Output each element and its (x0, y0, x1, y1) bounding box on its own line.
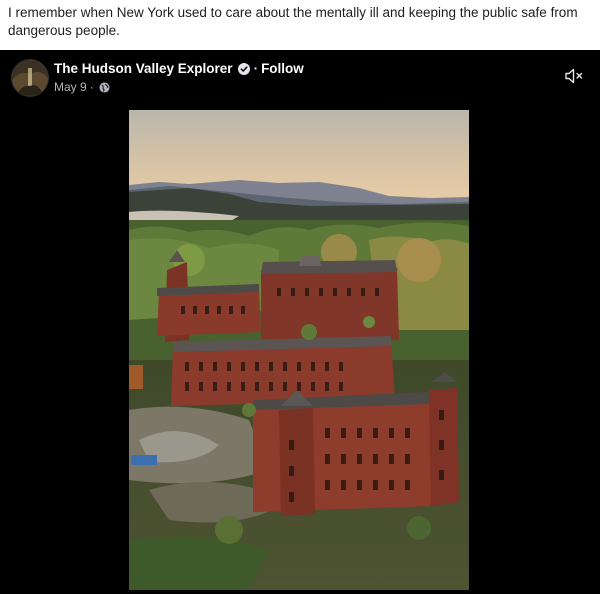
verified-badge-icon (237, 62, 250, 75)
mute-toggle-button[interactable] (564, 67, 584, 85)
post-date[interactable]: May 9 (54, 80, 87, 94)
post-meta: May 9 · (54, 80, 110, 94)
video-player[interactable] (129, 110, 469, 590)
post-header: The Hudson Valley Explorer · Follow May … (0, 50, 600, 106)
page-name-link[interactable]: The Hudson Valley Explorer (54, 61, 233, 76)
video-frame-asylum-aerial (129, 110, 469, 590)
page-avatar[interactable] (12, 60, 48, 96)
globe-icon[interactable] (99, 81, 110, 93)
page-name-row: The Hudson Valley Explorer · Follow (54, 61, 304, 76)
header-separator: · (253, 61, 259, 76)
post-caption: I remember when New York used to care ab… (8, 5, 578, 38)
date-separator: · (89, 80, 94, 94)
follow-button[interactable]: Follow (261, 61, 304, 76)
speaker-muted-icon (565, 68, 583, 84)
video-post: The Hudson Valley Explorer · Follow May … (0, 50, 600, 594)
